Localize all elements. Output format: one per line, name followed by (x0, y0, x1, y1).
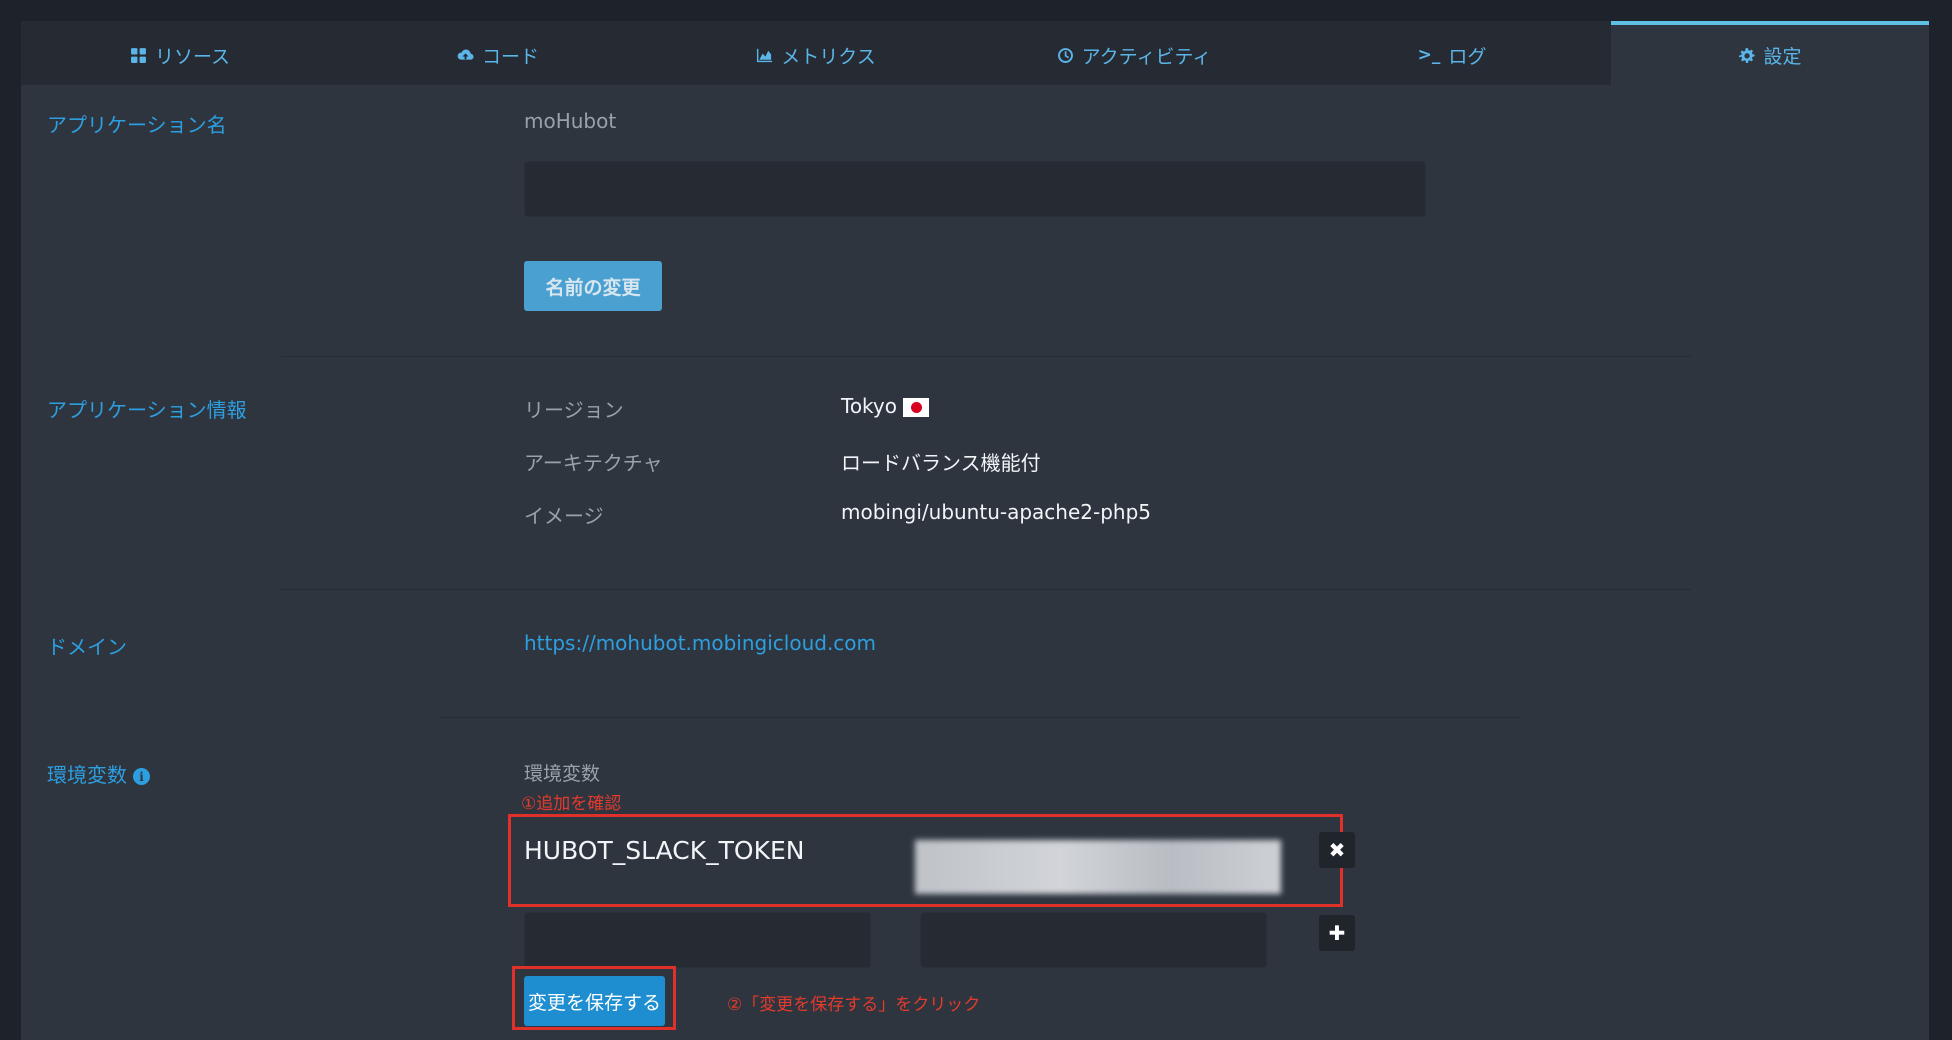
image-key: イメージ (524, 504, 604, 528)
architecture-value: ロードバランス機能付 (841, 451, 1041, 475)
area-chart-icon (757, 48, 773, 62)
tab-label: コード (481, 45, 539, 68)
tab-settings[interactable]: 設定 (1611, 21, 1929, 85)
new-var-value-input[interactable] (920, 912, 1267, 968)
env-label: 環境変数 i (47, 759, 150, 788)
architecture-key: アーキテクチャ (524, 451, 663, 475)
divider (281, 589, 1691, 590)
app-name-current: moHubot (524, 109, 617, 133)
japan-flag-icon (903, 398, 929, 417)
tab-activity[interactable]: アクティビティ (975, 21, 1293, 85)
app-name-label: アプリケーション名 (47, 113, 227, 137)
tab-label: アクティビティ (1081, 45, 1212, 68)
save-changes-button[interactable]: 変更を保存する (524, 976, 665, 1026)
remove-var-button[interactable]: ✖ (1319, 832, 1355, 868)
domain-link[interactable]: https://mohubot.mobingicloud.com (524, 631, 876, 655)
close-icon: ✖ (1328, 838, 1346, 862)
env-var-value-redacted (915, 840, 1281, 894)
tab-code[interactable]: コード (339, 21, 657, 85)
info-icon[interactable]: i (133, 768, 150, 785)
tab-logs[interactable]: >_ ログ (1293, 21, 1611, 85)
region-text: Tokyo (841, 394, 897, 418)
image-value: mobingi/ubuntu-apache2-php5 (841, 500, 1152, 524)
plus-icon: ✚ (1328, 921, 1346, 945)
tab-label: ログ (1448, 45, 1487, 68)
domain-label: ドメイン (47, 635, 127, 659)
app-info-label: アプリケーション情報 (47, 398, 247, 422)
gear-icon (1739, 47, 1756, 63)
divider (441, 717, 1521, 718)
settings-panel: リソース コード メトリクス アクティビティ >_ ログ 設定 アプリケーション… (21, 21, 1929, 1040)
terminal-icon: >_ (1417, 45, 1441, 65)
tab-label: メトリクス (781, 45, 876, 68)
tab-resources[interactable]: リソース (21, 21, 339, 85)
clock-icon (1057, 47, 1073, 63)
env-sub-label: 環境変数 (524, 763, 601, 785)
new-var-key-input[interactable] (524, 912, 871, 968)
region-key: リージョン (524, 398, 624, 422)
cloud-upload-icon (457, 49, 474, 60)
app-name-input[interactable] (524, 161, 1426, 217)
tab-metrics[interactable]: メトリクス (657, 21, 975, 85)
region-value: Tokyo (841, 394, 929, 418)
divider (281, 356, 1691, 357)
annotation-click-save: ②「変更を保存する」をクリック (727, 995, 981, 1015)
env-var-key: HUBOT_SLACK_TOKEN (524, 836, 805, 865)
tab-label: 設定 (1763, 45, 1802, 68)
tab-bar: リソース コード メトリクス アクティビティ >_ ログ 設定 (21, 21, 1929, 85)
grid-icon (131, 47, 146, 63)
env-label-text: 環境変数 (47, 763, 127, 787)
rename-button[interactable]: 名前の変更 (524, 261, 662, 311)
tab-label: リソース (154, 45, 231, 68)
annotation-confirm-add: ①追加を確認 (521, 794, 622, 814)
add-var-button[interactable]: ✚ (1319, 915, 1355, 951)
